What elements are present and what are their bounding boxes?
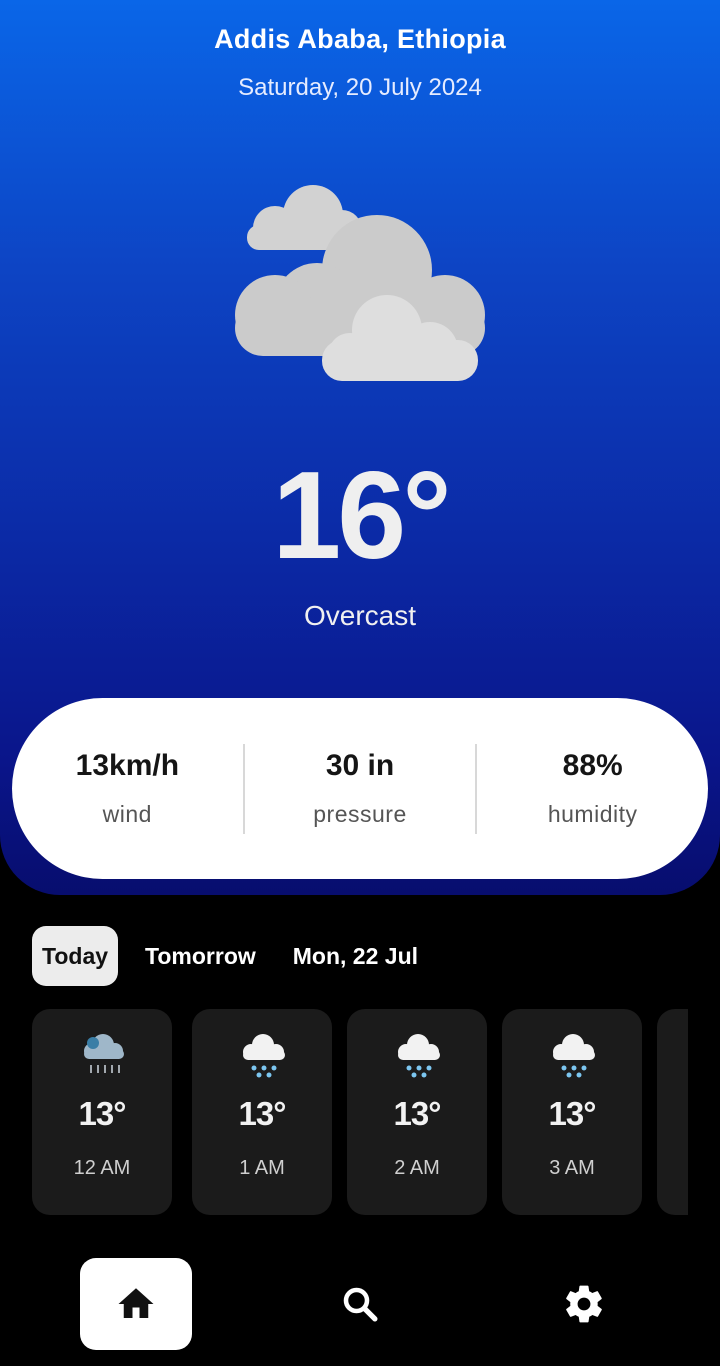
- hourly-time: 1 AM: [239, 1157, 285, 1179]
- humidity-value: 88%: [562, 749, 623, 782]
- current-temperature: 16°: [272, 447, 452, 585]
- nav-settings-button[interactable]: [528, 1258, 640, 1350]
- hourly-temperature: 13°: [238, 1095, 287, 1132]
- hourly-card[interactable]: 13° 1 AM: [192, 1009, 332, 1215]
- hourly-card[interactable]: 13° 3 AM: [502, 1009, 642, 1215]
- tab-tomorrow[interactable]: Tomorrow: [135, 926, 266, 986]
- hourly-card[interactable]: 13° 12 AM: [32, 1009, 172, 1215]
- hourly-time: 2 AM: [394, 1157, 440, 1179]
- location-title: Addis Ababa, Ethiopia: [214, 24, 506, 54]
- humidity-label: humidity: [547, 801, 638, 827]
- hourly-card-partial[interactable]: [657, 1009, 688, 1215]
- hourly-time: 12 AM: [73, 1157, 131, 1179]
- rain-cloud-icon: [398, 1034, 440, 1078]
- hourly-time: 3 AM: [549, 1157, 595, 1179]
- pressure-value: 30 in: [325, 749, 395, 782]
- tab-today[interactable]: Today: [32, 926, 119, 986]
- pressure-label: pressure: [313, 801, 407, 827]
- hourly-temperature: 13°: [393, 1095, 442, 1132]
- hourly-forecast-list[interactable]: 13° 12 AM 13° 1 AM 13° 2 AM 13° 3 AM: [32, 1009, 688, 1215]
- humidity-stat: 88% humidity: [477, 744, 708, 834]
- wind-stat: 13km/h wind: [12, 744, 243, 834]
- wind-label: wind: [102, 801, 152, 827]
- home-icon: [118, 1288, 154, 1318]
- bottom-navigation: [0, 1258, 720, 1350]
- day-tabs: Today Tomorrow Mon, 22 Jul: [32, 926, 445, 986]
- drizzle-cloud-icon: [84, 1034, 124, 1073]
- search-icon: [343, 1287, 378, 1322]
- overcast-cloud-icon: [235, 185, 485, 381]
- hourly-card[interactable]: 13° 2 AM: [347, 1009, 487, 1215]
- rain-cloud-icon: [553, 1034, 595, 1078]
- nav-home-button[interactable]: [80, 1258, 192, 1350]
- tab-mon-22-jul[interactable]: Mon, 22 Jul: [283, 926, 428, 986]
- pressure-stat: 30 in pressure: [245, 744, 476, 834]
- rain-cloud-icon: [243, 1034, 285, 1078]
- wind-value: 13km/h: [75, 749, 180, 782]
- weather-stats-card: 13km/h wind 30 in pressure 88% humidity: [12, 698, 708, 879]
- nav-search-button[interactable]: [304, 1258, 416, 1350]
- hourly-temperature: 13°: [78, 1095, 127, 1132]
- settings-icon: [566, 1285, 602, 1323]
- hourly-temperature: 13°: [548, 1095, 597, 1132]
- current-date: Saturday, 20 July 2024: [238, 74, 482, 101]
- current-condition: Overcast: [303, 600, 417, 631]
